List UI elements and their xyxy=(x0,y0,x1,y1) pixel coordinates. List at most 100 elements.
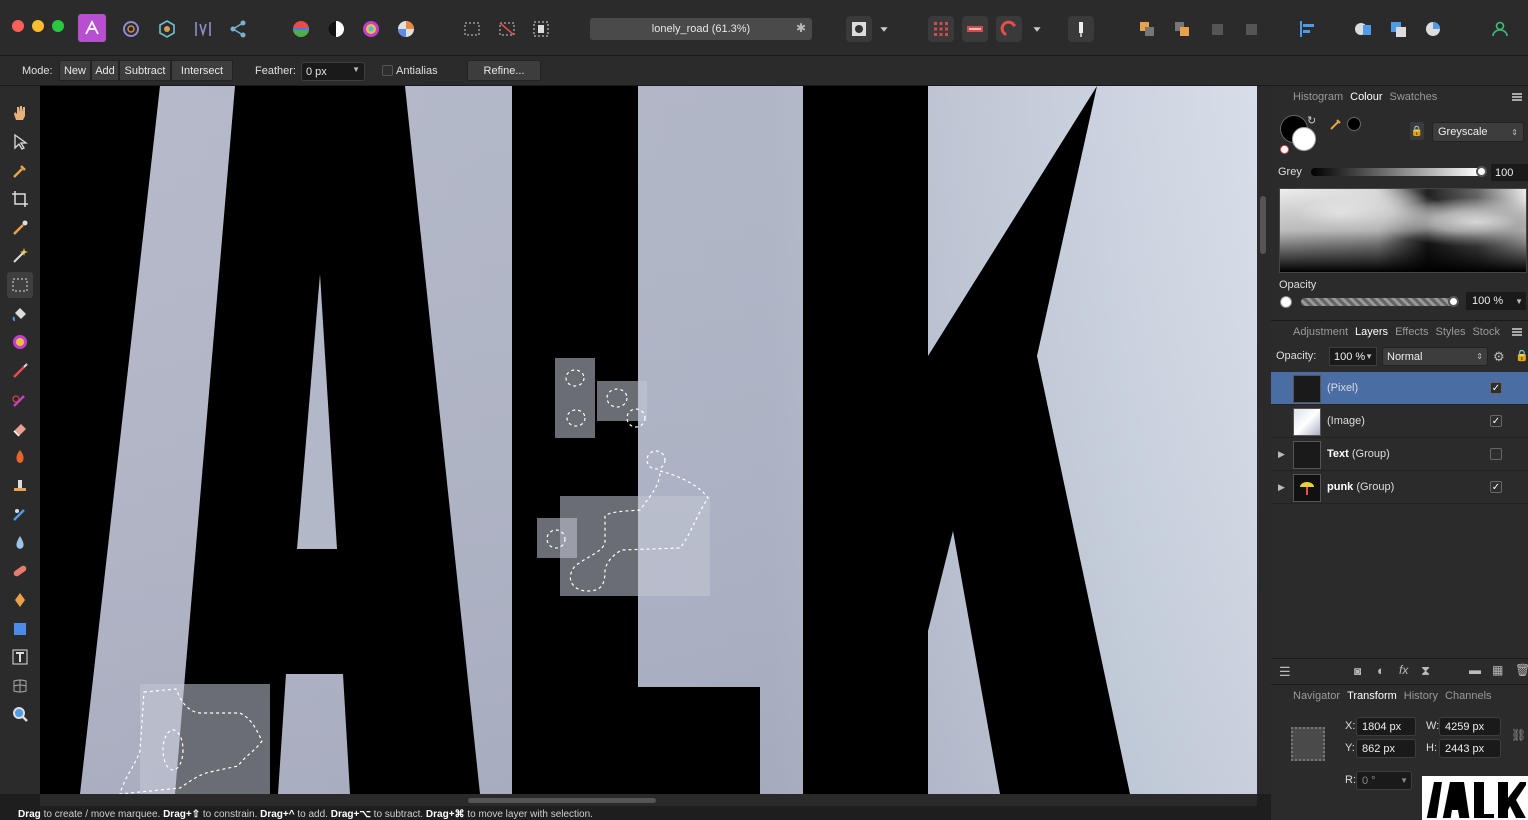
move-tool-icon[interactable] xyxy=(7,129,33,155)
order-front-icon[interactable] xyxy=(1204,16,1230,42)
quickmask-icon[interactable] xyxy=(846,16,872,42)
align-icon[interactable] xyxy=(1294,16,1320,42)
y-field[interactable]: 862 px xyxy=(1356,739,1416,758)
selection-brush-icon[interactable] xyxy=(7,215,33,241)
clone-stamp-icon[interactable] xyxy=(7,472,33,498)
dodge-burn-icon[interactable] xyxy=(7,444,33,470)
layer-visibility-checkbox[interactable]: ✓ xyxy=(1490,481,1502,493)
text-tool-icon[interactable] xyxy=(7,644,33,670)
pen-tool-icon[interactable] xyxy=(7,587,33,613)
vertical-scroll-thumb[interactable] xyxy=(1260,196,1266,254)
mode-subtract-button[interactable]: Subtract xyxy=(119,60,171,81)
grey-slider[interactable] xyxy=(1311,168,1481,176)
boolean-subtract-icon[interactable] xyxy=(1385,16,1411,42)
link-icon[interactable]: ⛓ xyxy=(1511,728,1526,742)
layer-row-punk-group[interactable]: ▶ punk (Group) ✓ xyxy=(1271,471,1528,504)
document-canvas[interactable] xyxy=(40,86,1257,794)
boolean-add-icon[interactable] xyxy=(1350,16,1376,42)
hand-tool-icon[interactable] xyxy=(7,100,33,126)
colour-wheel-icon[interactable] xyxy=(288,16,314,42)
rectangular-marquee-icon[interactable] xyxy=(7,272,33,298)
healing-brush-icon[interactable] xyxy=(7,558,33,584)
rectangle-shape-icon[interactable] xyxy=(7,616,33,642)
tab-adjustment[interactable]: Adjustment xyxy=(1293,326,1348,338)
layer-opacity-dropdown-icon[interactable]: ▼ xyxy=(1365,352,1373,361)
antialias-checkbox[interactable] xyxy=(382,65,393,76)
layer-row-text-group[interactable]: ▶ Text (Group) xyxy=(1271,438,1528,471)
r-dropdown-icon[interactable]: ▼ xyxy=(1400,776,1408,785)
tab-stock[interactable]: Stock xyxy=(1472,326,1500,338)
user-icon[interactable] xyxy=(1487,16,1513,42)
layer-row-pixel[interactable]: (Pixel) ✓ xyxy=(1271,372,1528,405)
anchor-point-selector[interactable] xyxy=(1291,727,1325,761)
opacity-slider[interactable] xyxy=(1301,298,1454,306)
assistant-icon[interactable] xyxy=(928,16,954,42)
layers-panel-menu-icon[interactable] xyxy=(1512,328,1522,336)
tab-history[interactable]: History xyxy=(1404,690,1438,702)
tab-styles[interactable]: Styles xyxy=(1436,326,1466,338)
tab-swatches[interactable]: Swatches xyxy=(1390,91,1438,103)
layer-opacity-field[interactable]: 100 % ▼ xyxy=(1329,347,1377,366)
layer-lock-icon[interactable]: 🔒 xyxy=(1515,349,1528,362)
lock-icon[interactable]: 🔒 xyxy=(1410,122,1424,140)
order-top-icon[interactable] xyxy=(1238,16,1264,42)
gradient-tool-icon[interactable] xyxy=(7,329,33,355)
tab-histogram[interactable]: Histogram xyxy=(1293,91,1343,103)
paint-brush-icon[interactable] xyxy=(7,358,33,384)
tab-navigator[interactable]: Navigator xyxy=(1293,690,1340,702)
adjustment-layer-icon[interactable]: ◐ xyxy=(1377,663,1385,678)
tab-effects[interactable]: Effects xyxy=(1395,326,1428,338)
white-balance-icon[interactable] xyxy=(393,16,419,42)
deselect-icon[interactable] xyxy=(494,16,520,42)
maximize-window-button[interactable] xyxy=(52,20,64,32)
colour-replacement-icon[interactable] xyxy=(7,387,33,413)
r-field[interactable]: 0 ° ▼ xyxy=(1356,771,1412,790)
horizontal-scroll-thumb[interactable] xyxy=(468,798,656,803)
layer-visibility-checkbox[interactable]: ✓ xyxy=(1490,382,1502,394)
order-back-icon[interactable] xyxy=(1134,16,1160,42)
persona-develop-icon[interactable] xyxy=(154,16,180,42)
document-tab[interactable]: lonely_road (61.3%) ✱ xyxy=(590,18,812,40)
mask-dropdown[interactable] xyxy=(875,16,893,42)
crop-tool-icon[interactable] xyxy=(7,186,33,212)
persona-export-icon[interactable] xyxy=(225,16,251,42)
invert-selection-icon[interactable] xyxy=(528,16,554,42)
mask-layer-icon[interactable]: ◙ xyxy=(1354,664,1361,678)
live-filter-icon[interactable]: ⧗ xyxy=(1421,663,1430,679)
flood-fill-icon[interactable] xyxy=(7,301,33,327)
add-group-icon[interactable]: ▬ xyxy=(1469,663,1481,677)
expand-triangle-icon[interactable]: ▶ xyxy=(1278,482,1285,493)
add-pixel-layer-icon[interactable]: ▦ xyxy=(1492,663,1503,677)
pin-icon[interactable] xyxy=(1068,16,1094,42)
snap-icon[interactable] xyxy=(962,16,988,42)
horizontal-scrollbar[interactable] xyxy=(40,794,1257,806)
smudge-tool-icon[interactable] xyxy=(7,501,33,527)
w-field[interactable]: 4259 px xyxy=(1439,717,1501,736)
colour-picker-area[interactable] xyxy=(1279,188,1527,273)
mode-new-button[interactable]: New xyxy=(59,60,91,81)
tab-colour[interactable]: Colour xyxy=(1350,91,1382,103)
opacity-dropdown-icon[interactable]: ▼ xyxy=(1515,297,1523,306)
navigator-preview[interactable] xyxy=(1422,776,1528,820)
hue-icon[interactable] xyxy=(358,16,384,42)
refine-button[interactable]: Refine... xyxy=(467,60,541,81)
secondary-colour-swatch[interactable] xyxy=(1292,127,1316,151)
fx-icon[interactable]: fx xyxy=(1399,663,1408,677)
colour-panel-menu-icon[interactable] xyxy=(1512,93,1522,101)
close-document-icon[interactable]: ✱ xyxy=(796,21,806,35)
tab-layers[interactable]: Layers xyxy=(1355,326,1388,338)
swap-colours-icon[interactable]: ↻ xyxy=(1307,114,1316,127)
layer-stack-icon[interactable]: ☰ xyxy=(1279,664,1291,680)
opacity-value-field[interactable]: 100 % ▼ xyxy=(1466,292,1526,310)
close-window-button[interactable] xyxy=(12,20,24,32)
colour-picker-icon[interactable] xyxy=(7,158,33,184)
blend-mode-select[interactable]: Normal ⇕ xyxy=(1382,347,1488,366)
layer-visibility-checkbox[interactable]: ✓ xyxy=(1490,415,1502,427)
layer-row-image[interactable]: (Image) ✓ xyxy=(1271,405,1528,438)
colour-mode-select[interactable]: Greyscale ⇕ xyxy=(1432,122,1524,142)
h-field[interactable]: 2443 px xyxy=(1439,739,1501,758)
erase-brush-icon[interactable] xyxy=(7,415,33,441)
opacity-slider-handle[interactable] xyxy=(1448,296,1459,307)
persona-tonemap-icon[interactable] xyxy=(190,16,216,42)
picked-colour-swatch[interactable] xyxy=(1347,117,1361,131)
